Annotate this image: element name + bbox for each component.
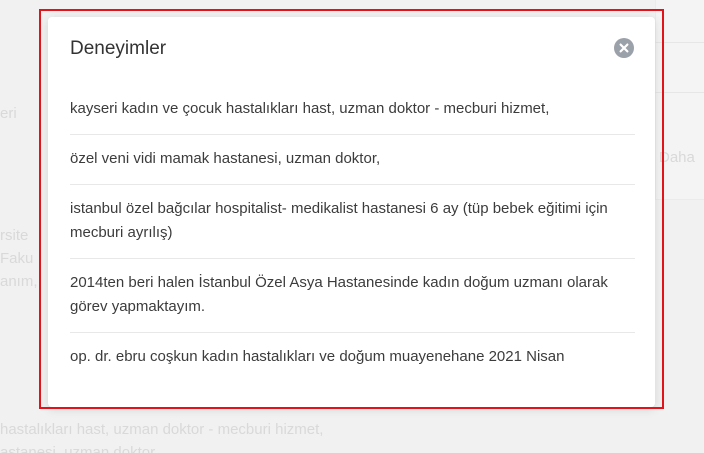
background-text: Faku <box>0 250 34 267</box>
background-text: astanesi, uzman doktor, <box>0 444 159 453</box>
background-text: rsite <box>0 227 29 244</box>
highlight-frame <box>39 9 664 409</box>
background-text: anım, <box>0 273 38 290</box>
page: eri rsite Faku anım, Daha hastalıkları h… <box>0 0 704 453</box>
background-text: eri <box>0 105 17 122</box>
background-link[interactable]: Daha <box>659 150 695 165</box>
background-text: hastalıkları hast, uzman doktor - mecbur… <box>0 421 324 438</box>
